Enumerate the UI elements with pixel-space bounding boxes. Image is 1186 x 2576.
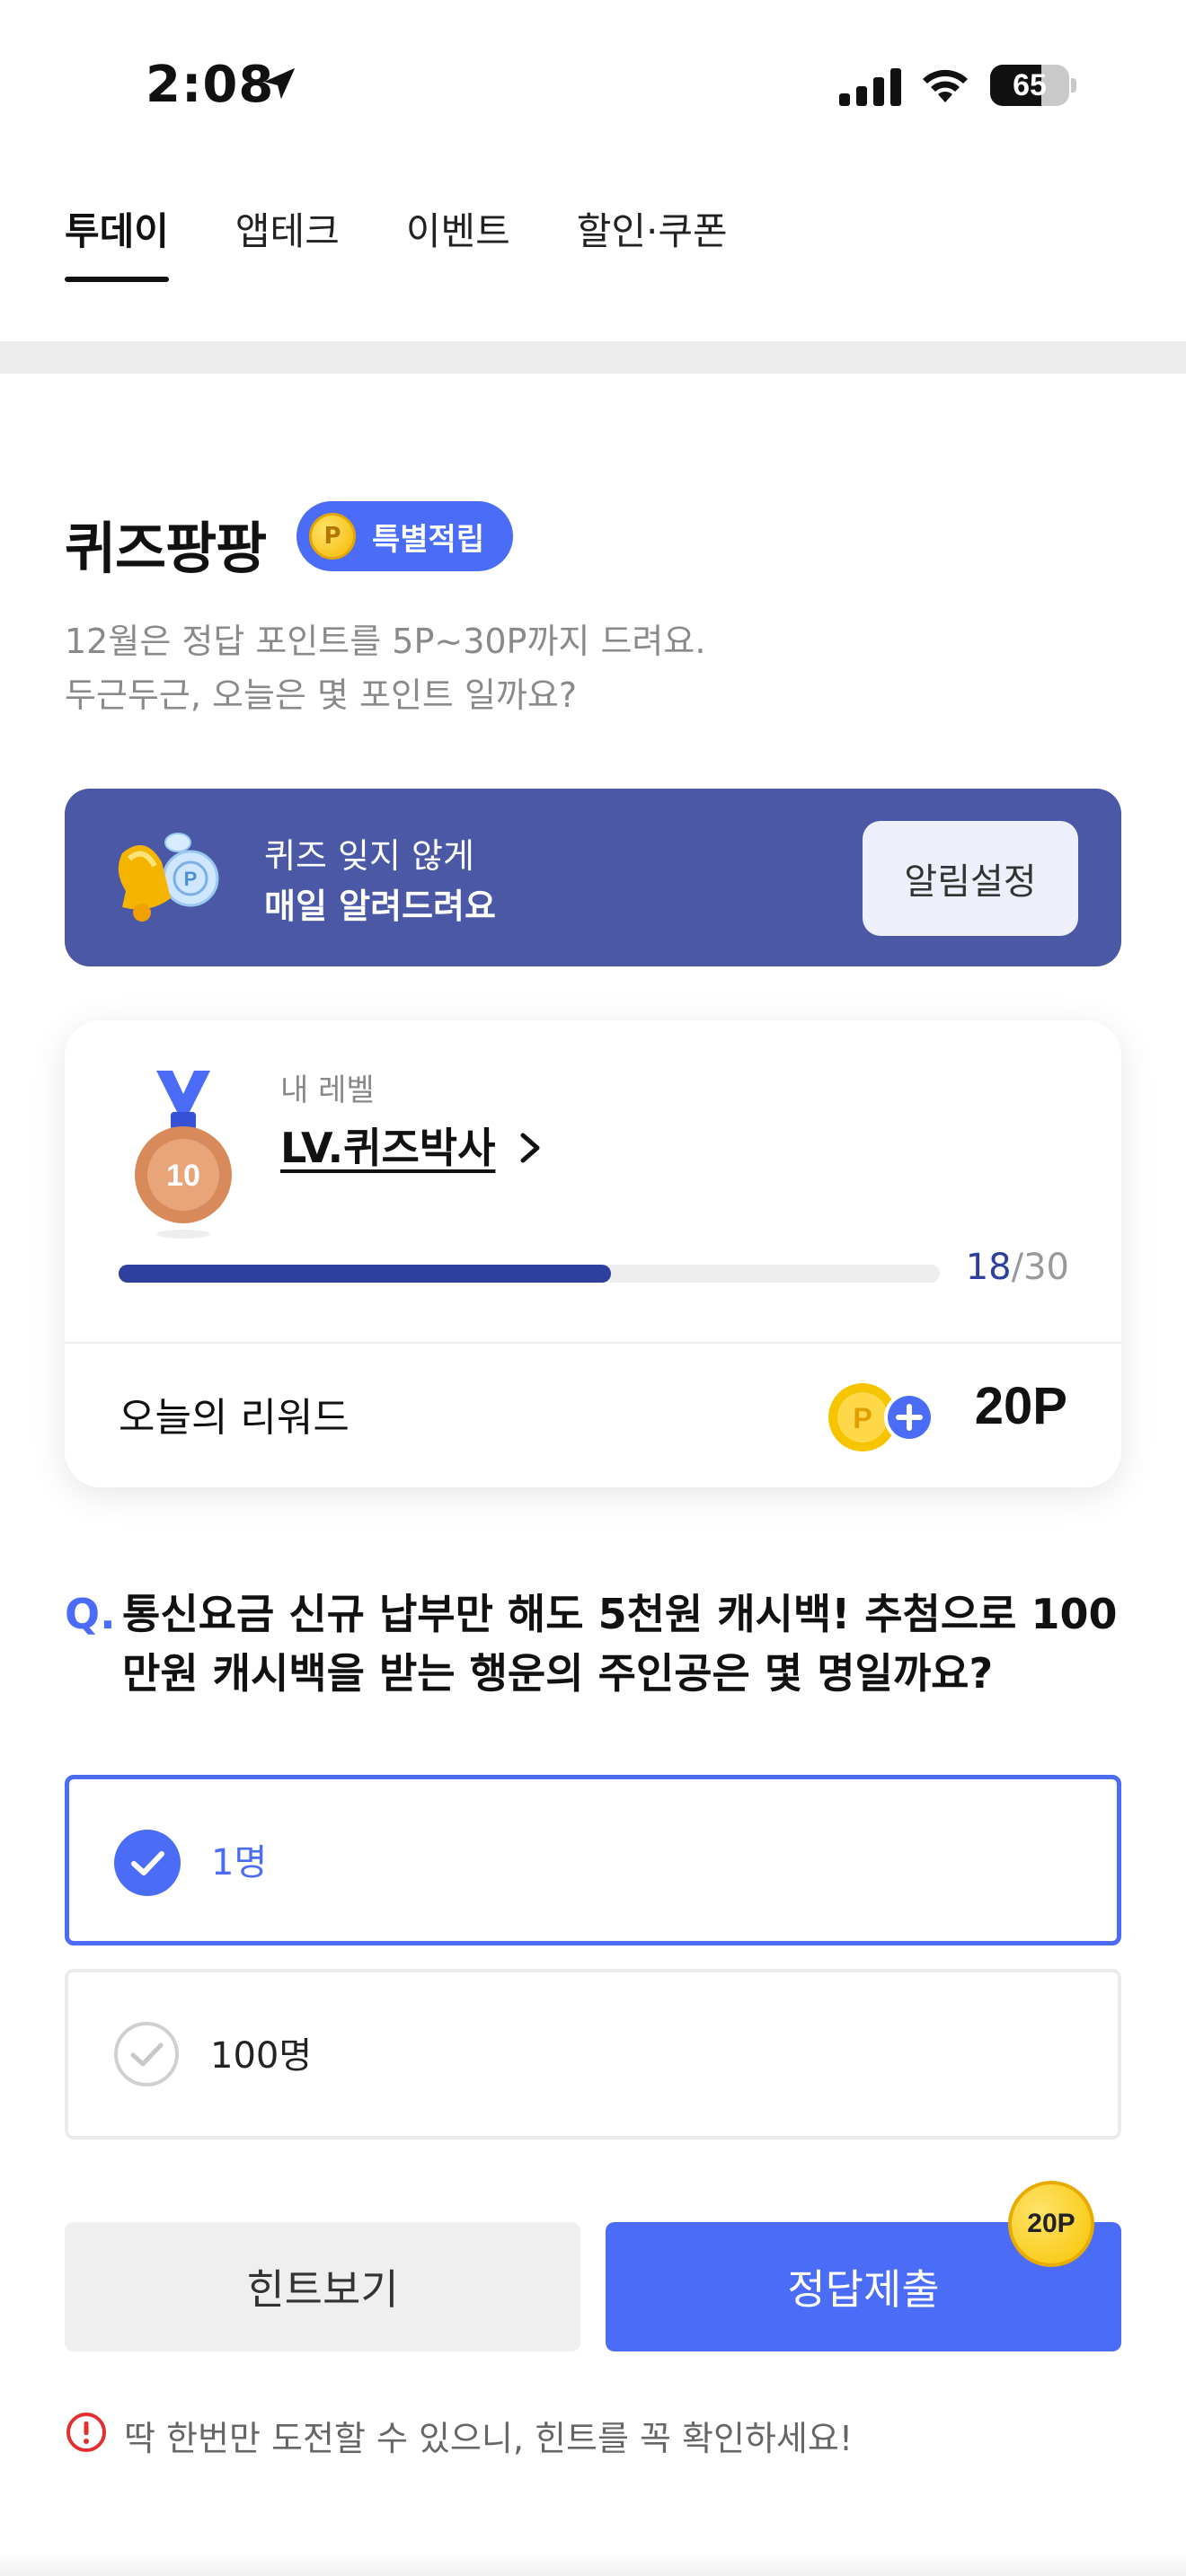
answer-option-label: 1명 <box>211 1842 268 1883</box>
card-divider <box>65 1342 1121 1344</box>
top-tab-bar: 투데이 앱테크 이벤트 할인·쿠폰 <box>65 189 794 282</box>
point-coin-plus-icon: P <box>828 1383 934 1451</box>
banner-text-line1: 퀴즈 잊지 않게 <box>264 836 474 876</box>
special-points-badge: P 특별적립 <box>296 501 514 571</box>
level-progress-text: 18/30 <box>966 1247 1069 1288</box>
show-hint-button[interactable]: 힌트보기 <box>65 2222 580 2351</box>
unchecked-circle-icon <box>114 2022 179 2086</box>
today-reward-label: 오늘의 리워드 <box>119 1395 350 1441</box>
question-marker: Q. <box>65 1590 116 1638</box>
quiz-description-line1: 12월은 정답 포인트를 5P~30P까지 드려요. <box>65 622 706 661</box>
battery-percent: 65 <box>1013 68 1047 102</box>
section-divider <box>0 341 1186 374</box>
svg-text:P: P <box>853 1402 872 1434</box>
level-name-link[interactable]: LV.퀴즈박사 <box>280 1116 495 1175</box>
answer-option-2[interactable]: 100명 <box>65 1969 1121 2139</box>
notification-banner: P 퀴즈 잊지 않게 매일 알려드려요 알림설정 <box>65 789 1121 966</box>
medal-number: 10 <box>166 1159 200 1193</box>
cellular-signal-icon <box>839 68 901 106</box>
answer-option-label: 100명 <box>210 2035 313 2077</box>
wifi-icon <box>923 69 968 102</box>
quiz-description: 12월은 정답 포인트를 5P~30P까지 드려요. 두근두근, 오늘은 몇 포… <box>65 614 705 722</box>
battery-icon: 65 <box>990 65 1076 106</box>
level-progress-bar <box>119 1265 940 1283</box>
location-arrow-icon <box>263 67 296 100</box>
tab-apptech[interactable]: 앱테크 <box>235 189 340 282</box>
progress-current: 18 <box>965 1247 1012 1288</box>
checked-circle-icon <box>114 1830 181 1896</box>
question-text: 통신요금 신규 납부만 해도 5천원 캐시백! 추첨으로 100만원 캐시백을 … <box>122 1590 1118 1698</box>
bottom-edge <box>0 2551 1186 2576</box>
tab-today[interactable]: 투데이 <box>65 189 169 282</box>
bronze-medal-icon: 10 <box>135 1071 232 1239</box>
status-time: 2:08 <box>146 56 275 114</box>
progress-total: /30 <box>1011 1247 1069 1288</box>
bell-icon: P <box>118 833 219 922</box>
warning-icon <box>66 2413 106 2452</box>
submit-reward-badge: 20P <box>1008 2181 1094 2267</box>
tab-discount-coupon[interactable]: 할인·쿠폰 <box>577 189 728 282</box>
status-bar: 2:08 65 <box>0 0 1186 171</box>
chevron-right-icon[interactable] <box>512 1128 548 1168</box>
warning-text: 딱 한번만 도전할 수 있으니, 힌트를 꼭 확인하세요! <box>124 2419 854 2458</box>
alarm-settings-button[interactable]: 알림설정 <box>863 821 1078 936</box>
svg-text:P: P <box>184 868 198 890</box>
quiz-description-line2: 두근두근, 오늘은 몇 포인트 일까요? <box>65 675 578 715</box>
special-points-label: 특별적립 <box>372 521 485 558</box>
answer-option-1[interactable]: 1명 <box>65 1775 1121 1945</box>
banner-text-line2: 매일 알려드려요 <box>264 887 496 926</box>
today-reward-value: 20P <box>974 1377 1067 1435</box>
level-progress-fill <box>119 1265 612 1283</box>
tab-event[interactable]: 이벤트 <box>406 189 510 282</box>
level-caption: 내 레벨 <box>280 1072 375 1108</box>
point-coin-icon: P <box>309 513 356 560</box>
level-card: 10 내 레벨 LV.퀴즈박사 18/30 오늘의 리워드 P 20P <box>65 1020 1121 1487</box>
quiz-title: 퀴즈팡팡 <box>65 516 267 581</box>
